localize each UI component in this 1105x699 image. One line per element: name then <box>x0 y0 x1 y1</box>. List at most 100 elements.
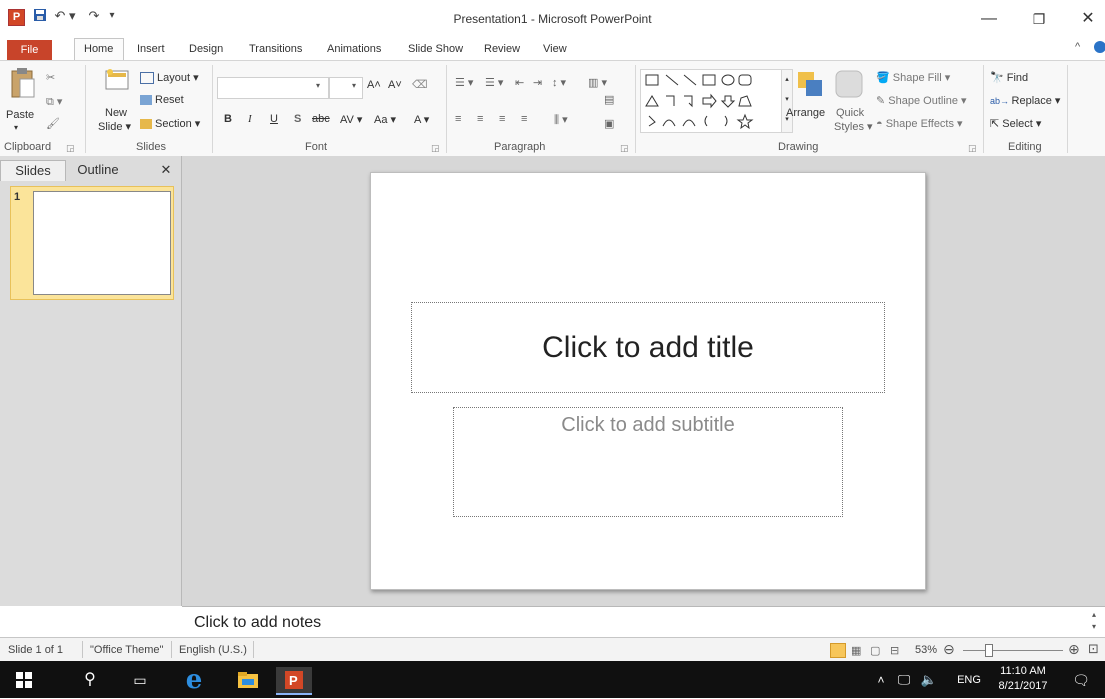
slide-sorter-icon[interactable]: ▦ <box>851 644 861 657</box>
find-button[interactable]: 🔭 Find <box>990 71 1028 84</box>
minimize-button[interactable]: — <box>972 6 1006 32</box>
reset-button[interactable]: Reset <box>140 94 184 106</box>
cut-icon[interactable]: ✂ <box>46 71 55 84</box>
strikethrough-button[interactable]: abc <box>312 113 330 125</box>
tab-animations[interactable]: Animations <box>327 43 381 55</box>
font-launcher-icon[interactable]: ◲ <box>431 143 440 154</box>
grow-font-button[interactable]: A˄ <box>367 79 381 91</box>
font-size-combo[interactable] <box>329 77 363 99</box>
shape-fill-button[interactable]: 🪣 Shape Fill ▾ <box>876 71 950 84</box>
slide-thumbnail-selected[interactable]: 1 <box>10 186 174 300</box>
slide-canvas[interactable]: Click to add title Click to add subtitle <box>370 172 926 590</box>
paste-icon[interactable] <box>9 67 35 104</box>
new-slide-dropdown[interactable]: Slide ▾ <box>98 120 131 133</box>
shapes-gallery[interactable] <box>640 69 782 133</box>
copy-icon[interactable]: ⧉ ▾ <box>46 95 62 109</box>
task-view-icon[interactable]: ▭ <box>126 667 154 693</box>
notes-scrollbar[interactable]: ▴ ▾ <box>1092 609 1104 635</box>
align-right-icon[interactable]: ≡ <box>499 113 505 125</box>
new-slide-button[interactable]: New <box>105 107 127 119</box>
show-hidden-icons-icon[interactable]: ˄ <box>872 667 890 693</box>
powerpoint-taskbar-icon[interactable]: P <box>276 667 312 695</box>
text-shadow-button[interactable]: S <box>294 113 301 125</box>
input-language[interactable]: ENG <box>954 667 984 693</box>
change-case-button[interactable]: Aa ▾ <box>374 113 396 126</box>
paragraph-launcher-icon[interactable]: ◲ <box>620 143 629 154</box>
italic-button[interactable]: I <box>248 113 252 125</box>
quick-styles-button[interactable]: Quick <box>836 107 864 119</box>
section-button[interactable]: Section ▾ <box>140 117 200 130</box>
tab-view[interactable]: View <box>543 43 567 55</box>
select-button[interactable]: ⇱ Select ▾ <box>990 117 1041 130</box>
quick-styles-dropdown[interactable]: Styles ▾ <box>834 120 873 133</box>
numbering-icon[interactable]: ☰ ▾ <box>485 76 503 89</box>
drawing-launcher-icon[interactable]: ◲ <box>968 143 977 154</box>
font-size-dropdown-icon[interactable]: ▾ <box>352 81 356 90</box>
normal-view-icon[interactable] <box>830 643 846 658</box>
windows-start-icon[interactable] <box>10 667 38 693</box>
align-left-icon[interactable]: ≡ <box>455 113 461 125</box>
quick-styles-icon[interactable] <box>834 69 864 102</box>
line-spacing-icon[interactable]: ↕ ▾ <box>552 76 566 89</box>
title-placeholder[interactable]: Click to add title <box>411 302 885 393</box>
zoom-out-icon[interactable]: ⊖ <box>943 641 955 658</box>
shape-outline-button[interactable]: ✎ Shape Outline ▾ <box>876 94 967 107</box>
slide-thumbnail[interactable] <box>33 191 171 295</box>
text-direction-icon[interactable]: ▤ <box>604 93 614 106</box>
font-name-dropdown-icon[interactable]: ▾ <box>316 81 320 90</box>
character-spacing-button[interactable]: AV ▾ <box>340 113 362 126</box>
smartart-icon[interactable]: ▣ <box>604 117 614 130</box>
bold-button[interactable]: B <box>224 113 232 125</box>
tab-review[interactable]: Review <box>484 43 520 55</box>
help-icon[interactable] <box>1094 41 1105 53</box>
close-panel-icon[interactable]: ✕ <box>155 160 177 180</box>
zoom-level[interactable]: 53% <box>915 644 937 656</box>
search-icon[interactable]: ⚲ <box>76 667 104 693</box>
slide-show-icon[interactable]: ⊟ <box>890 644 899 657</box>
language[interactable]: English (U.S.) <box>179 644 247 656</box>
internet-explorer-icon[interactable]: e <box>178 667 210 693</box>
shape-effects-button[interactable]: ◓ Shape Effects ▾ <box>876 117 963 130</box>
font-color-button[interactable]: A ▾ <box>414 113 429 126</box>
columns-icon[interactable]: ▥ ▾ <box>588 76 607 89</box>
arrange-icon[interactable] <box>795 69 825 102</box>
tab-design[interactable]: Design <box>189 43 223 55</box>
zoom-slider[interactable] <box>963 650 1063 651</box>
arrange-button[interactable]: Arrange <box>786 107 825 119</box>
notes-pane[interactable]: Click to add notes ▴ ▾ <box>182 606 1105 637</box>
clear-formatting-icon[interactable]: ⌫ <box>412 78 428 91</box>
theme-name[interactable]: "Office Theme" <box>90 644 163 656</box>
system-clock[interactable]: 11:10 AM 8/21/2017 <box>988 664 1058 694</box>
fit-slide-icon[interactable]: ⊡ <box>1088 641 1099 657</box>
collapse-ribbon-icon[interactable]: ^ <box>1075 41 1080 53</box>
font-name-combo[interactable] <box>217 77 329 99</box>
format-painter-icon[interactable]: 🖌 <box>46 117 60 130</box>
restore-button[interactable]: ❐ <box>1022 6 1056 32</box>
tab-slides[interactable]: Slides <box>0 160 66 181</box>
paste-button[interactable]: Paste <box>6 109 34 121</box>
tab-transitions[interactable]: Transitions <box>249 43 302 55</box>
new-slide-icon[interactable] <box>104 67 130 96</box>
replace-button[interactable]: ab→ Replace ▾ <box>990 94 1060 107</box>
justify-icon[interactable]: ≡ <box>521 113 527 125</box>
close-button[interactable]: ✕ <box>1071 6 1105 32</box>
tab-insert[interactable]: Insert <box>137 43 165 55</box>
tab-file[interactable]: File <box>7 40 52 60</box>
underline-button[interactable]: U <box>270 113 278 125</box>
align-center-icon[interactable]: ≡ <box>477 113 483 125</box>
tab-home[interactable]: Home <box>84 43 113 55</box>
network-icon[interactable]: 🖵 <box>893 667 915 693</box>
reading-view-icon[interactable]: ▢ <box>870 644 880 657</box>
volume-icon[interactable]: 🔈 <box>918 667 940 693</box>
shapes-gallery-scroll[interactable]: ▴ ▾ ▾ <box>781 69 793 133</box>
zoom-in-icon[interactable]: ⊕ <box>1068 641 1080 658</box>
action-center-icon[interactable]: 🗨 <box>1066 667 1096 693</box>
tab-outline[interactable]: Outline <box>66 160 130 180</box>
bullets-icon[interactable]: ☰ ▾ <box>455 76 473 89</box>
file-explorer-icon[interactable] <box>232 667 264 693</box>
layout-button[interactable]: Layout ▾ <box>140 71 199 85</box>
columns-layout-icon[interactable]: ⫼ ▾ <box>554 113 568 127</box>
shrink-font-button[interactable]: A˅ <box>388 79 402 91</box>
zoom-slider-thumb[interactable] <box>985 644 993 657</box>
decrease-indent-icon[interactable]: ⇤ <box>515 76 524 89</box>
